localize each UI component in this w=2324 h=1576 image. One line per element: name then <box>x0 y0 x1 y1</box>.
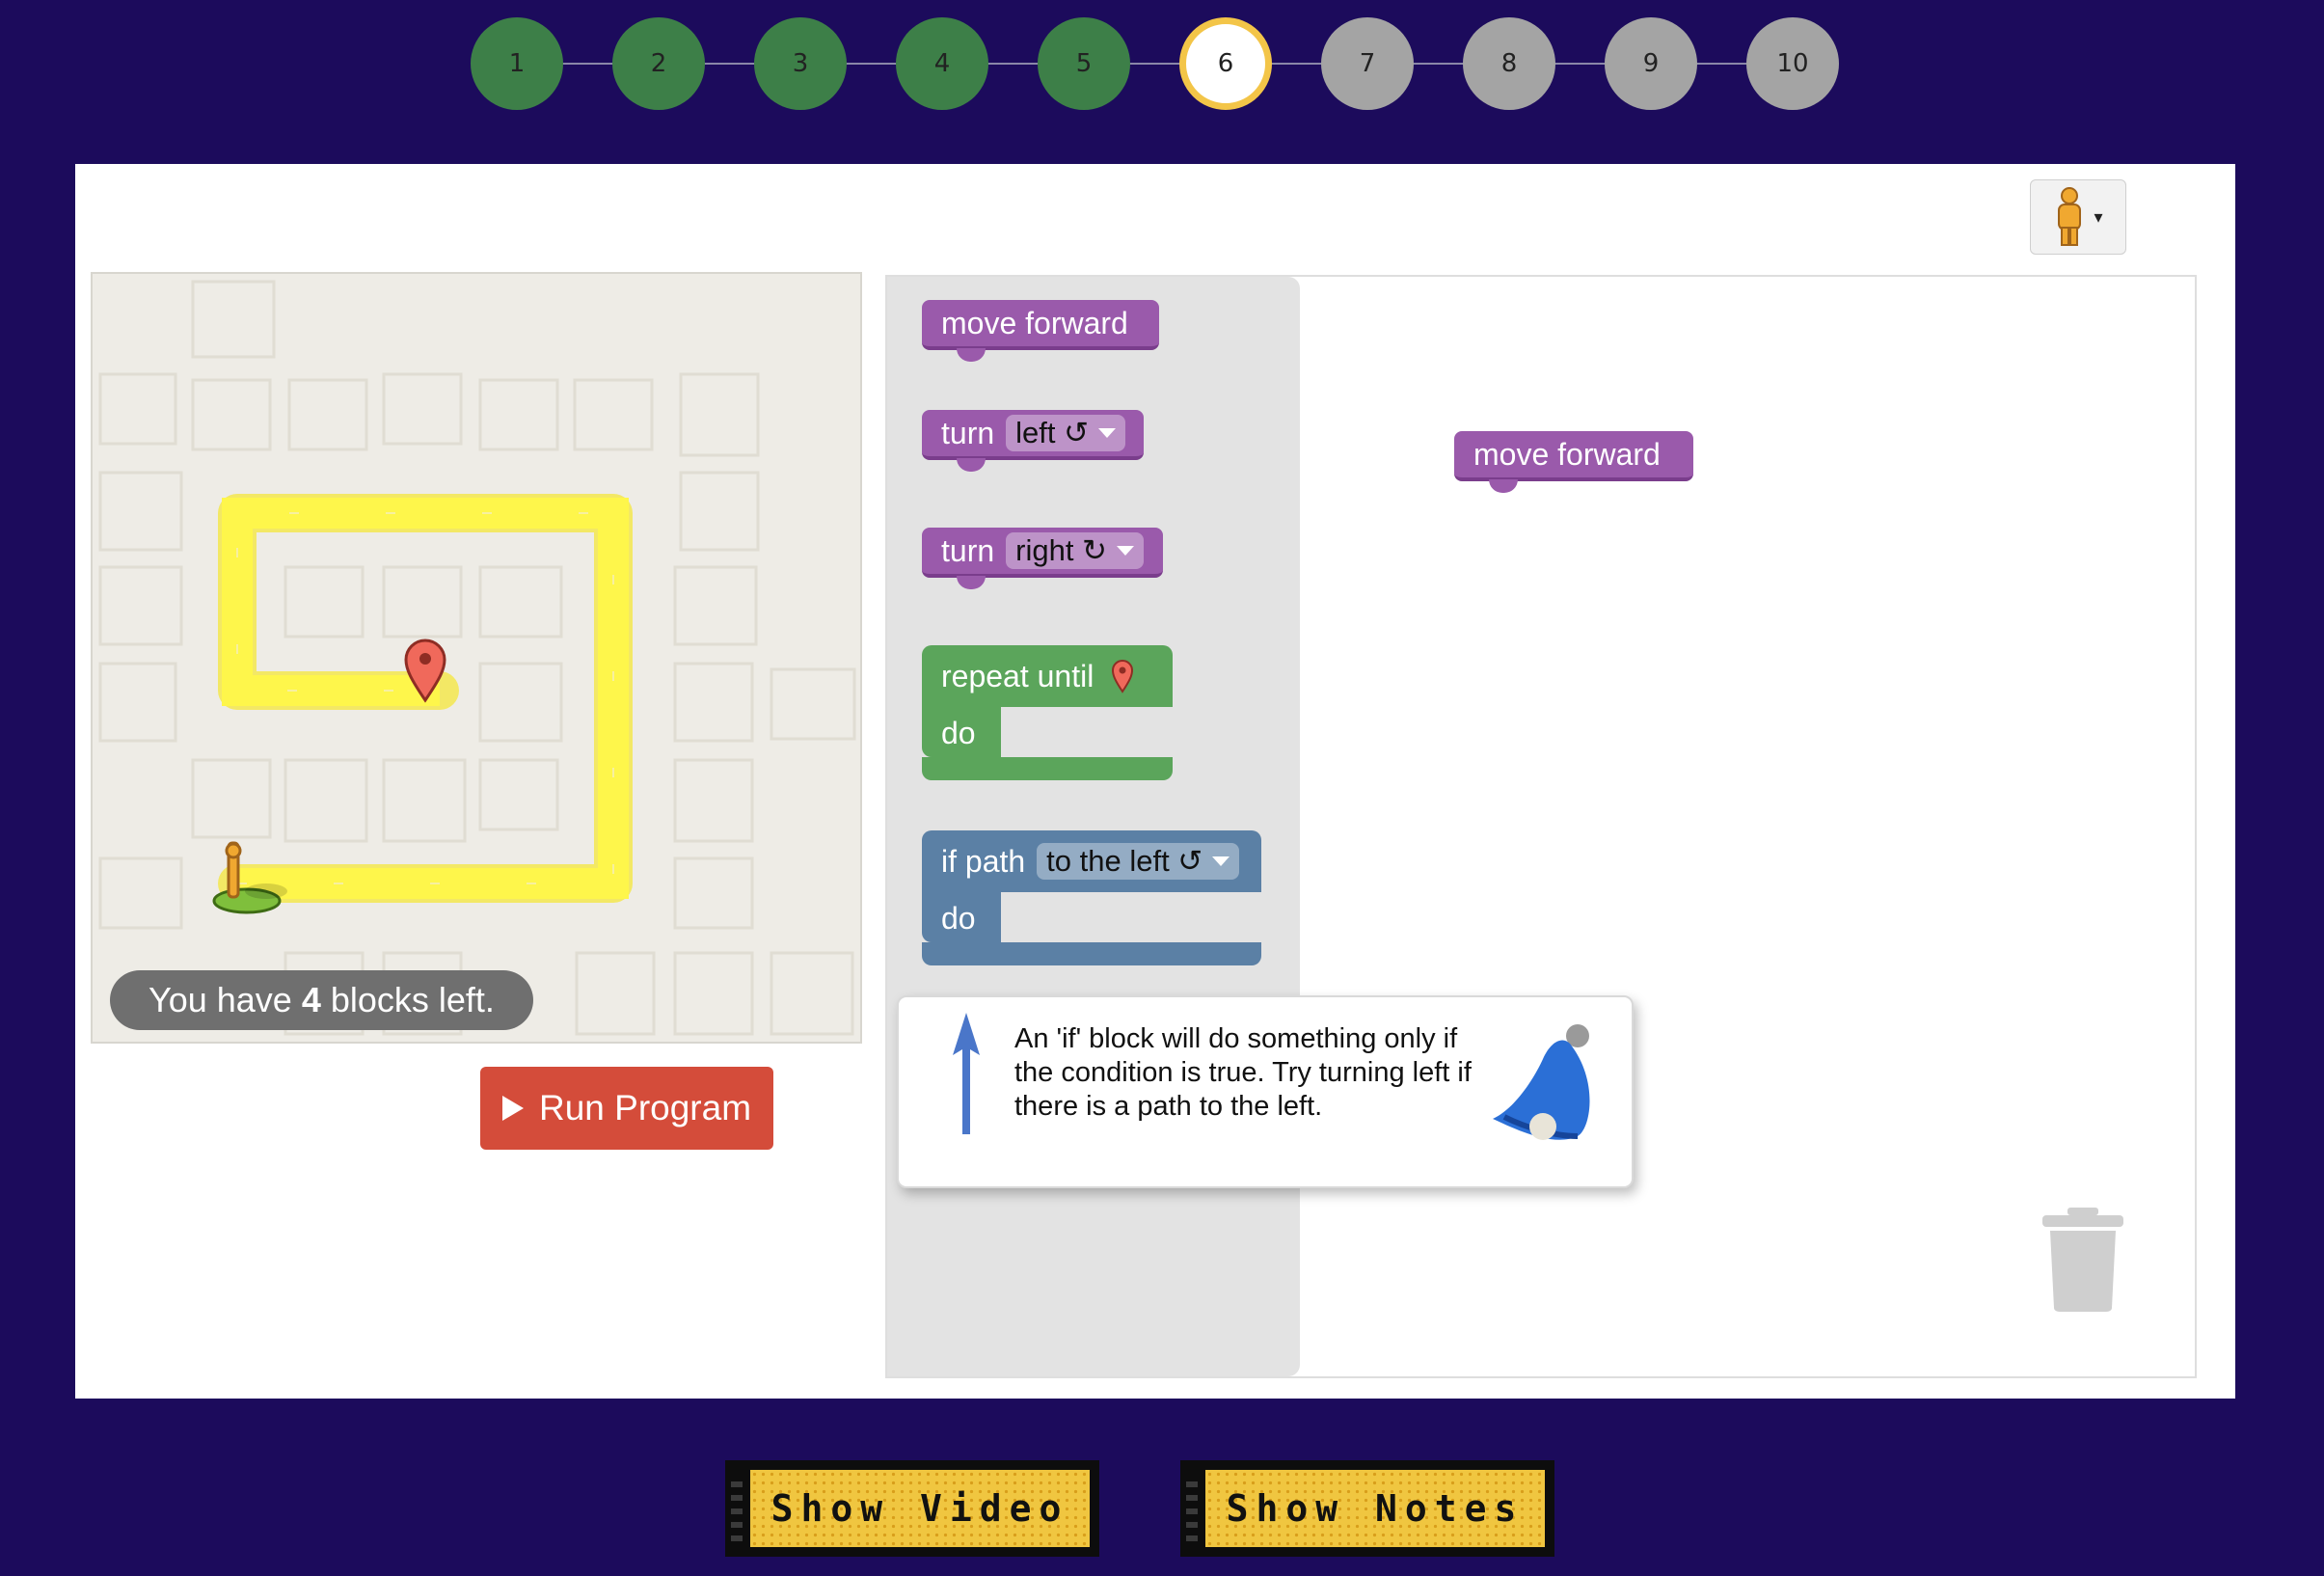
show-notes-button[interactable]: Show Notes <box>1180 1460 1554 1557</box>
move-forward-label: move forward <box>941 305 1128 340</box>
turn-left-option: left ↺ <box>1015 416 1090 449</box>
block-workspace[interactable]: move forward turn left ↺ turn right ↻ re… <box>885 275 2197 1378</box>
map-marker-icon <box>1112 660 1134 693</box>
blocks-left-count: 4 <box>301 980 321 1019</box>
level-5-button[interactable]: 5 <box>1038 17 1130 110</box>
level-7-button[interactable]: 7 <box>1321 17 1414 110</box>
turn-right-option: right ↻ <box>1015 533 1108 567</box>
turn-right-label: turn <box>941 532 995 568</box>
arrow-up-icon <box>953 1013 980 1134</box>
run-program-button[interactable]: Run Program <box>480 1067 773 1150</box>
maze-board <box>98 280 856 1036</box>
repeat-until-header: repeat until <box>922 645 1173 707</box>
if-path-dropdown[interactable]: to the left ↺ <box>1037 843 1240 880</box>
blocks-left-counter: You have 4 blocks left. <box>110 970 533 1030</box>
workspace-move-forward-block[interactable]: move forward <box>1454 431 1693 493</box>
level-10-button[interactable]: 10 <box>1746 17 1839 110</box>
maze-canvas <box>91 272 862 1044</box>
blocks-left-suffix: blocks left. <box>320 980 495 1019</box>
run-program-label: Run Program <box>538 1088 752 1128</box>
trash-icon[interactable] <box>2042 1208 2123 1312</box>
chevron-down-icon: ▾ <box>2094 206 2103 227</box>
level-1-button[interactable]: 1 <box>471 17 563 110</box>
toolbox-turn-right-block[interactable]: turn right ↻ <box>922 528 1163 589</box>
if-path-slot[interactable] <box>1001 892 1261 942</box>
level-progress: 1 2 3 4 5 6 7 8 9 10 <box>471 17 1839 110</box>
level-4-button[interactable]: 4 <box>896 17 988 110</box>
level-6-button-current[interactable]: 6 <box>1179 17 1272 110</box>
toolbox-move-forward-block[interactable]: move forward <box>922 300 1159 362</box>
if-path-do-label: do <box>941 901 976 936</box>
film-holes <box>731 1474 743 1543</box>
blocks-left-prefix: You have <box>149 980 302 1019</box>
level-9-button[interactable]: 9 <box>1605 17 1697 110</box>
play-icon <box>501 1096 524 1121</box>
level-3-button[interactable]: 3 <box>754 17 847 110</box>
toolbox-repeat-until-block[interactable]: repeat until do <box>922 645 1173 780</box>
if-path-option: to the left ↺ <box>1046 844 1203 878</box>
placed-move-forward-label: move forward <box>1473 436 1661 472</box>
toolbox-if-path-block[interactable]: if path to the left ↺ do <box>922 830 1261 965</box>
hint-bubble: An 'if' block will do something only if … <box>897 995 1634 1188</box>
dropdown-arrow-icon <box>1098 428 1117 438</box>
hint-text: An 'if' block will do something only if … <box>1014 1023 1472 1122</box>
show-video-button[interactable]: Show Video <box>725 1460 1099 1557</box>
repeat-until-label: repeat until <box>941 658 1094 693</box>
turn-left-dropdown[interactable]: left ↺ <box>1006 415 1126 451</box>
toolbox-turn-left-block[interactable]: turn left ↺ <box>922 410 1144 472</box>
level-8-button[interactable]: 8 <box>1463 17 1555 110</box>
pegman-icon <box>2058 187 2082 246</box>
turn-right-dropdown[interactable]: right ↻ <box>1006 532 1145 569</box>
show-notes-label: Show Notes <box>1205 1470 1545 1547</box>
bell-icon <box>1493 1024 1590 1140</box>
show-video-label: Show Video <box>750 1470 1090 1547</box>
dropdown-arrow-icon <box>1212 856 1230 866</box>
level-2-button[interactable]: 2 <box>612 17 705 110</box>
if-path-header: if path to the left ↺ <box>922 830 1261 892</box>
if-path-footer <box>922 942 1261 965</box>
repeat-until-slot[interactable] <box>1001 707 1173 757</box>
repeat-until-footer <box>922 757 1173 780</box>
if-path-label: if path <box>941 843 1026 879</box>
turn-left-label: turn <box>941 415 995 450</box>
avatar-selector-button[interactable]: ▾ <box>2030 179 2126 255</box>
block-notch <box>1489 479 1518 493</box>
film-holes <box>1186 1474 1198 1543</box>
repeat-until-do-label: do <box>941 716 976 750</box>
dropdown-arrow-icon <box>1117 546 1135 556</box>
